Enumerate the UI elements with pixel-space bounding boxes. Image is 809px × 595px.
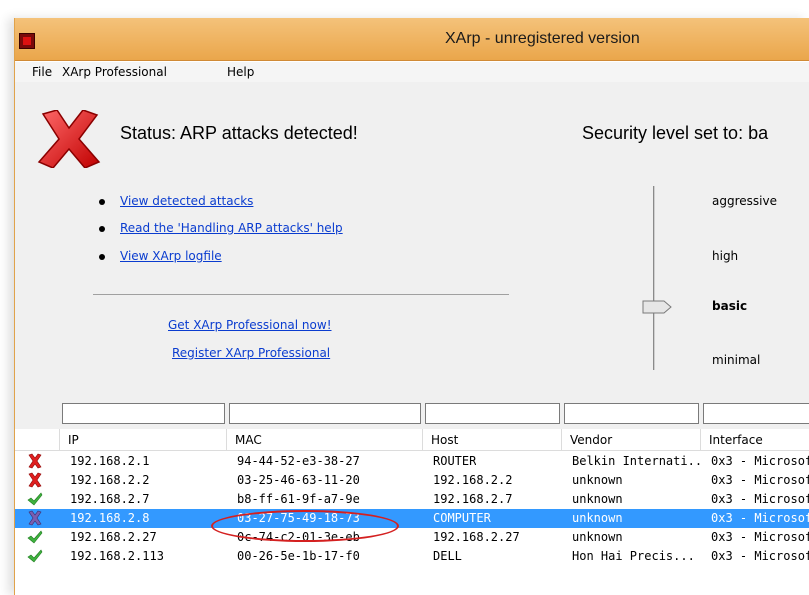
mac-filter-input[interactable] (229, 403, 421, 424)
security-slider-thumb[interactable] (642, 300, 672, 314)
ip-filter-input[interactable] (62, 403, 225, 424)
bullet-icon (99, 226, 105, 232)
red-x-icon (28, 453, 42, 469)
ip-cell: 192.168.2.2 (70, 473, 150, 487)
interface-cell: 0x3 - Microsof (711, 454, 809, 468)
host-cell: DELL (433, 549, 462, 563)
filter-row (15, 400, 809, 429)
interface-cell: 0x3 - Microsof (711, 549, 809, 563)
table-row[interactable]: 192.168.2.1 94-44-52-e3-38-27 ROUTER Bel… (15, 452, 809, 471)
table-row[interactable]: 192.168.2.27 0c-74-c2-01-3e-eb 192.168.2… (15, 528, 809, 547)
interface-cell: 0x3 - Microsof (711, 473, 809, 487)
menu-file[interactable]: File (32, 65, 52, 79)
host-cell: COMPUTER (433, 511, 491, 525)
status-column-header[interactable] (15, 429, 60, 451)
host-filter-input[interactable] (425, 403, 560, 424)
table-row-selected[interactable]: 192.168.2.8 03-27-75-49-18-73 COMPUTER u… (15, 509, 809, 528)
host-cell: 192.168.2.2 (433, 473, 513, 487)
divider (93, 294, 509, 295)
green-check-icon (27, 530, 43, 544)
status-panel: Status: ARP attacks detected! Security l… (15, 82, 809, 400)
level-aggressive[interactable]: aggressive (712, 194, 777, 208)
vendor-filter-input[interactable] (564, 403, 699, 424)
window-title: XArp - unregistered version (445, 30, 640, 47)
ip-column-header[interactable]: IP (60, 429, 227, 451)
table-row[interactable]: 192.168.2.2 03-25-46-63-11-20 192.168.2.… (15, 471, 809, 490)
vendor-cell: Belkin Internati... (572, 454, 700, 468)
mac-cell: 03-27-75-49-18-73 (237, 511, 360, 525)
vendor-cell: unknown (572, 511, 623, 525)
menu-xarp-professional[interactable]: XArp Professional (62, 65, 167, 79)
xarp-window: XArp - unregistered version File XArp Pr… (14, 18, 809, 595)
menu-bar: File XArp Professional Help (15, 62, 809, 82)
red-x-icon (28, 472, 42, 488)
register-xarp-professional-link[interactable]: Register XArp Professional (172, 346, 330, 360)
vendor-cell: unknown (572, 492, 623, 506)
interface-column-header[interactable]: Interface (701, 429, 809, 451)
status-text: Status: ARP attacks detected! (120, 123, 358, 143)
ip-cell: 192.168.2.8 (70, 511, 150, 525)
host-column-header[interactable]: Host (423, 429, 562, 451)
vendor-cell: unknown (572, 530, 623, 544)
vendor-column-header[interactable]: Vendor (562, 429, 701, 451)
host-cell: 192.168.2.27 (433, 530, 520, 544)
mac-cell: 94-44-52-e3-38-27 (237, 454, 360, 468)
green-check-icon (27, 549, 43, 563)
view-detected-attacks-link[interactable]: View detected attacks (120, 194, 253, 208)
green-check-icon (27, 492, 43, 506)
purple-x-icon (28, 510, 42, 526)
table-row[interactable]: 192.168.2.7 b8-ff-61-9f-a7-9e 192.168.2.… (15, 490, 809, 509)
interface-filter-input[interactable] (703, 403, 809, 424)
ip-cell: 192.168.2.1 (70, 454, 150, 468)
menu-help[interactable]: Help (227, 65, 254, 79)
security-level-text: Security level set to: ba (582, 123, 769, 143)
host-cell: 192.168.2.7 (433, 492, 513, 506)
title-bar[interactable]: XArp - unregistered version (15, 18, 809, 61)
bullet-icon (99, 199, 105, 205)
security-slider-track[interactable] (653, 186, 655, 370)
ip-cell: 192.168.2.113 (70, 549, 164, 563)
interface-cell: 0x3 - Microsof (711, 511, 809, 525)
view-logfile-link[interactable]: View XArp logfile (120, 249, 222, 263)
interface-cell: 0x3 - Microsof (711, 492, 809, 506)
mac-cell: 03-25-46-63-11-20 (237, 473, 360, 487)
mac-cell: 0c-74-c2-01-3e-eb (237, 530, 360, 544)
xarp-app-icon[interactable] (19, 33, 35, 49)
mac-column-header[interactable]: MAC (227, 429, 423, 451)
mac-cell: 00-26-5e-1b-17-f0 (237, 549, 360, 563)
get-xarp-professional-link[interactable]: Get XArp Professional now! (168, 318, 332, 332)
red-x-icon (37, 110, 101, 168)
ip-cell: 192.168.2.7 (70, 492, 150, 506)
bullet-icon (99, 254, 105, 260)
ip-cell: 192.168.2.27 (70, 530, 157, 544)
handling-arp-help-link[interactable]: Read the 'Handling ARP attacks' help (120, 221, 343, 235)
vendor-cell: unknown (572, 473, 623, 487)
hosts-table: IP MAC Host Vendor Interface 192.168.2.1… (15, 429, 809, 595)
level-minimal[interactable]: minimal (712, 353, 760, 367)
mac-cell: b8-ff-61-9f-a7-9e (237, 492, 360, 506)
host-cell: ROUTER (433, 454, 477, 468)
level-basic[interactable]: basic (712, 299, 747, 313)
vendor-cell: Hon Hai Precis... (572, 549, 695, 563)
interface-cell: 0x3 - Microsof (711, 530, 809, 544)
table-row[interactable]: 192.168.2.113 00-26-5e-1b-17-f0 DELL Hon… (15, 547, 809, 566)
level-high[interactable]: high (712, 249, 738, 263)
